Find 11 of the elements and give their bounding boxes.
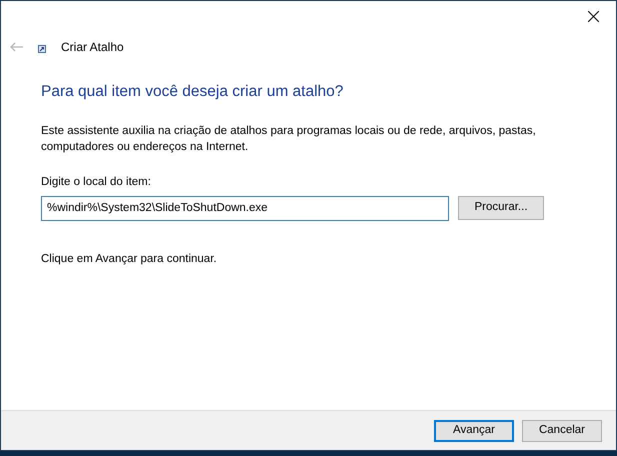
dialog-button[interactable]: Cancelar <box>522 420 602 442</box>
window-title: Criar Atalho <box>61 39 124 56</box>
browse-button[interactable]: Procurar... <box>458 196 544 220</box>
close-icon <box>588 11 598 22</box>
shortcut-icon <box>38 45 46 53</box>
dialog-button[interactable]: Avançar <box>434 420 514 442</box>
hint-text: Clique em Avançar para continuar. <box>41 252 217 266</box>
location-field[interactable]: %windir%\System32\SlideToShutDown.exe <box>41 196 449 220</box>
description-text: Este assistente auxilia na criação de atalhos para programas locais ou de rede, arquivos, pastas, computadores ou endereços na Internet. <box>41 124 537 156</box>
location-label: Digite o local do item: <box>41 175 151 190</box>
page-heading: Para qual item você deseja criar um atalho? <box>41 82 344 102</box>
